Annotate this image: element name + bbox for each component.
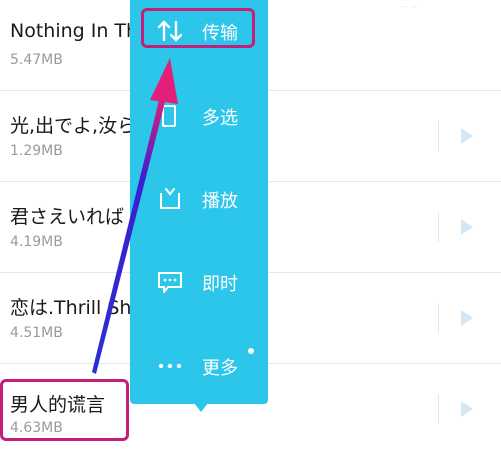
row-divider xyxy=(438,394,439,424)
more-icon xyxy=(156,352,184,380)
song-title: 光,出でよ,汝ら xyxy=(10,115,137,137)
song-title: 恋は.Thrill Sh xyxy=(10,297,132,319)
multi-select-icon xyxy=(156,102,184,130)
highlight-box-transfer xyxy=(141,8,255,48)
play-queue-icon xyxy=(156,185,184,213)
row-divider xyxy=(438,212,439,242)
play-icon[interactable] xyxy=(461,401,473,417)
song-size: 4.19MB xyxy=(10,234,63,250)
song-size: 5.47MB xyxy=(10,52,63,68)
menu-item-label: 更多 xyxy=(202,358,238,379)
menu-item-play[interactable]: 播放 xyxy=(130,173,268,223)
song-title: Nothing In Th xyxy=(10,20,139,42)
row-divider xyxy=(438,303,439,333)
highlight-box-song xyxy=(0,379,129,441)
play-icon[interactable] xyxy=(461,128,473,144)
row-divider xyxy=(438,121,439,151)
song-size: 4.51MB xyxy=(10,325,63,341)
menu-item-label: 即时 xyxy=(202,274,238,295)
song-title: 君さえいれば xyxy=(10,206,125,228)
menu-item-multi-select[interactable]: 多选 xyxy=(130,90,268,140)
menu-item-more[interactable]: 更多 xyxy=(130,340,268,390)
menu-item-instant[interactable]: 即时 xyxy=(130,256,268,306)
menu-item-label: 播放 xyxy=(202,191,238,212)
play-icon[interactable] xyxy=(461,219,473,235)
menu-item-label: 多选 xyxy=(202,108,238,129)
chat-icon xyxy=(156,268,184,296)
menu-pointer xyxy=(194,403,208,412)
popup-menu: 传输 多选 播放 即时 更多 xyxy=(130,0,268,404)
notification-dot xyxy=(248,348,254,354)
play-icon[interactable] xyxy=(461,310,473,326)
song-size: 1.29MB xyxy=(10,143,63,159)
